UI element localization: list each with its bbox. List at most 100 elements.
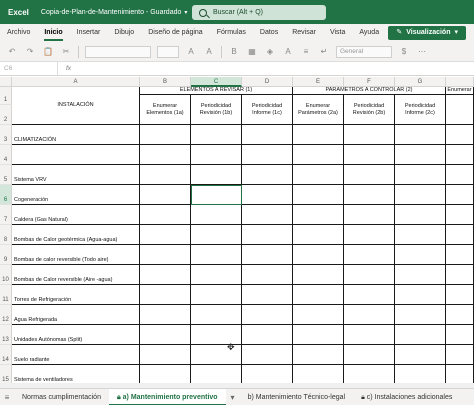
column-header[interactable] [446, 77, 474, 87]
data-cell[interactable] [395, 325, 446, 345]
column-header[interactable]: C [191, 77, 242, 87]
data-cell[interactable] [293, 185, 344, 205]
installation-item[interactable]: Bombas de Calor reversible (Aire -agua) [12, 265, 140, 285]
data-cell[interactable] [191, 305, 242, 325]
bold-icon[interactable]: B [228, 47, 240, 56]
undo-icon[interactable]: ↶ [6, 47, 18, 56]
row-header[interactable]: 10 [0, 265, 12, 285]
data-cell[interactable] [242, 225, 293, 245]
section-label[interactable]: CLIMATIZACIÓN [12, 125, 140, 145]
data-cell[interactable] [140, 225, 191, 245]
fx-icon[interactable]: fx [66, 65, 71, 72]
sheet-tab-instalaciones-adicionales[interactable]: 🔒︎ c) Instalaciones adicionales [353, 389, 460, 405]
increase-font-icon[interactable]: A [185, 47, 197, 56]
data-cell[interactable] [395, 305, 446, 325]
data-cell[interactable] [395, 205, 446, 225]
row-header[interactable]: 13 [0, 325, 12, 345]
data-cell[interactable] [446, 285, 474, 305]
row-header[interactable]: 5 [0, 165, 12, 185]
redo-icon[interactable]: ↷ [24, 47, 36, 56]
data-cell[interactable] [395, 245, 446, 265]
data-cell[interactable] [140, 265, 191, 285]
clipboard-icon[interactable]: 📋 [42, 47, 54, 56]
row-header[interactable]: 3 [0, 125, 12, 145]
data-cell[interactable] [446, 125, 474, 145]
visualization-button[interactable]: ✎ Visualización ▾ [388, 26, 466, 40]
data-cell[interactable] [140, 165, 191, 185]
row-header[interactable]: 7 [0, 205, 12, 225]
row-header[interactable]: 4 [0, 145, 12, 165]
data-cell[interactable] [191, 285, 242, 305]
data-cell[interactable] [395, 365, 446, 383]
data-cell[interactable] [242, 305, 293, 325]
wrap-text-icon[interactable]: ↵ [318, 47, 330, 56]
data-cell[interactable] [395, 185, 446, 205]
installation-item[interactable]: Caldera (Gas Natural) [12, 205, 140, 225]
currency-icon[interactable]: $ [398, 47, 410, 56]
tab-ayuda[interactable]: Ayuda [352, 24, 386, 42]
installation-item[interactable]: Suelo radiante [12, 345, 140, 365]
data-cell[interactable] [344, 305, 395, 325]
data-cell[interactable] [140, 285, 191, 305]
data-cell[interactable] [344, 265, 395, 285]
font-color-icon[interactable]: A [282, 47, 294, 56]
data-cell[interactable] [242, 365, 293, 383]
data-cell[interactable] [242, 205, 293, 225]
row-header[interactable]: 1 [0, 87, 12, 105]
tab-formulas[interactable]: Fórmulas [210, 24, 253, 42]
data-cell[interactable] [344, 125, 395, 145]
tab-datos[interactable]: Datos [253, 24, 285, 42]
spreadsheet-grid[interactable]: ABCDEFG12345678910111213141516INSTALACIÓ… [0, 77, 474, 383]
data-cell[interactable] [242, 345, 293, 365]
align-icon[interactable]: ≡ [300, 47, 312, 56]
data-cell[interactable] [395, 265, 446, 285]
data-cell[interactable] [191, 225, 242, 245]
data-cell[interactable] [140, 345, 191, 365]
data-cell[interactable] [242, 245, 293, 265]
data-cell[interactable] [446, 245, 474, 265]
installation-item[interactable]: Agua Refrigerada [12, 305, 140, 325]
data-cell[interactable] [395, 125, 446, 145]
data-cell[interactable] [293, 125, 344, 145]
data-cell[interactable] [242, 325, 293, 345]
data-cell[interactable] [140, 185, 191, 205]
data-cell[interactable] [446, 165, 474, 185]
tab-revisar[interactable]: Revisar [285, 24, 323, 42]
data-cell[interactable] [344, 365, 395, 383]
row-header[interactable]: 2 [0, 105, 12, 125]
data-cell[interactable] [344, 165, 395, 185]
select-all-corner[interactable] [0, 77, 12, 87]
data-cell[interactable] [344, 185, 395, 205]
data-cell[interactable] [293, 245, 344, 265]
data-cell[interactable] [446, 365, 474, 383]
fill-color-icon[interactable]: ◈ [264, 47, 276, 56]
data-cell[interactable] [191, 145, 242, 165]
column-header[interactable]: G [395, 77, 446, 87]
more-options-icon[interactable]: ⋯ [416, 47, 428, 56]
column-header[interactable]: A [12, 77, 140, 87]
decrease-font-icon[interactable]: A [203, 47, 215, 56]
installation-item[interactable]: Bombas de calor reversible (Todo aire) [12, 245, 140, 265]
tab-archivo[interactable]: Archivo [0, 24, 37, 42]
data-cell[interactable] [140, 305, 191, 325]
installation-item[interactable]: Torres de Refrigeración [12, 285, 140, 305]
name-box[interactable]: C6 [0, 62, 58, 75]
data-cell[interactable] [191, 365, 242, 383]
data-cell[interactable] [344, 145, 395, 165]
sheet-tab-normas[interactable]: Normas cumplimentación [14, 389, 109, 405]
tab-insertar[interactable]: Insertar [70, 24, 108, 42]
data-cell[interactable] [140, 365, 191, 383]
data-cell[interactable] [344, 325, 395, 345]
data-cell[interactable] [191, 205, 242, 225]
data-cell[interactable] [140, 125, 191, 145]
data-cell[interactable] [140, 325, 191, 345]
data-cell[interactable] [395, 345, 446, 365]
data-cell[interactable] [242, 165, 293, 185]
row-header[interactable]: 9 [0, 245, 12, 265]
data-cell[interactable] [344, 245, 395, 265]
data-cell[interactable] [191, 165, 242, 185]
menu-icon[interactable]: ≡ [0, 393, 14, 402]
installation-item[interactable]: Sistema de ventiladores [12, 365, 140, 383]
data-cell[interactable] [446, 305, 474, 325]
installation-item[interactable]: Bombas de Calor geotérmica (Agua-agua) [12, 225, 140, 245]
